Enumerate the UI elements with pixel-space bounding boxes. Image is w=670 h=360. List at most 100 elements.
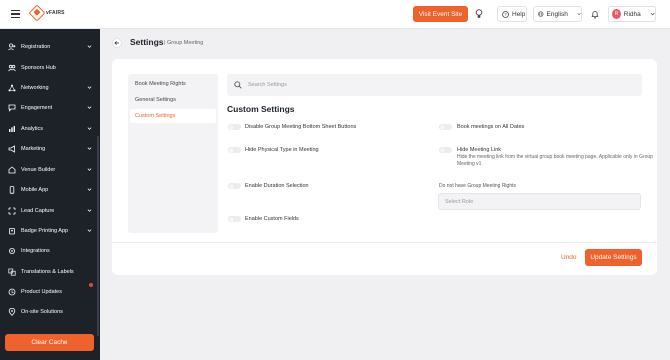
svg-text:?: ? xyxy=(504,12,507,17)
sidebar-item-label: Engagement xyxy=(21,105,53,111)
toggle-hide-physical-type[interactable] xyxy=(228,147,241,153)
chevron-down-icon xyxy=(87,187,92,192)
sidebar-item-label: Badge Printing App xyxy=(21,228,69,234)
visit-event-site-button[interactable]: Visit Event Site xyxy=(413,6,468,22)
sidebar-item-label: Product Updates xyxy=(21,289,62,295)
sidebar-item-networking[interactable]: Networking xyxy=(0,78,100,98)
help-button[interactable]: ? Help xyxy=(497,6,527,22)
sidebar-item-integrations[interactable]: Integrations xyxy=(0,241,100,261)
chevron-down-icon xyxy=(87,85,92,90)
no-rights-label: Do not have Group Meeting Rights xyxy=(439,183,516,189)
toggle-book-all-dates[interactable] xyxy=(439,124,452,130)
settings-nav-custom-settings[interactable]: Custom Settings xyxy=(130,109,216,123)
sidebar-item-label: Marketing xyxy=(21,146,46,152)
chevron-down-icon xyxy=(87,44,92,49)
toggle-enable-custom-fields[interactable] xyxy=(228,216,241,222)
clear-cache-button[interactable]: Clear Cache xyxy=(5,334,94,351)
option-label: Book meetings on All Dates xyxy=(457,124,525,130)
undo-button[interactable]: Undo xyxy=(561,254,577,261)
user-plus-icon xyxy=(8,43,16,51)
sidebar-item-label: Integrations xyxy=(21,248,50,254)
chevron-down-icon xyxy=(87,208,92,213)
select-role-dropdown[interactable]: Select Role xyxy=(438,193,641,210)
chevron-down-icon xyxy=(650,12,655,16)
user-name: Ridha xyxy=(623,10,641,18)
top-bar: vFAIRS Visit Event Site ? Help English R… xyxy=(0,0,670,29)
chevron-down-icon xyxy=(577,13,581,16)
help-circle-icon: ? xyxy=(502,10,509,18)
language-selector[interactable]: English xyxy=(533,6,582,22)
sidebar-item-label: Sponsors Hub xyxy=(21,65,56,71)
logo-icon xyxy=(28,4,46,22)
location-icon xyxy=(8,308,16,316)
app-logo[interactable]: vFAIRS xyxy=(28,4,65,22)
sidebar-item-engagement[interactable]: Engagement xyxy=(0,98,100,118)
sidebar-item-badge-printing-app[interactable]: Badge Printing App xyxy=(0,221,100,241)
chevron-down-icon xyxy=(87,146,92,151)
mobile-icon xyxy=(8,186,16,194)
sidebar-item-mobile-app[interactable]: Mobile App xyxy=(0,180,100,200)
integrations-icon xyxy=(8,247,16,255)
translate-icon xyxy=(8,268,16,276)
avatar: R xyxy=(612,9,621,19)
section-title: Custom Settings xyxy=(227,104,295,114)
sidebar-item-sponsors-hub[interactable]: Sponsors Hub xyxy=(0,58,100,78)
logo-text: vFAIRS xyxy=(46,10,65,16)
page-title: Settings xyxy=(130,37,164,47)
sidebar-item-marketing[interactable]: Marketing xyxy=(0,139,100,159)
sidebar-item-label: Registration xyxy=(21,44,51,50)
sidebar-item-lead-capture[interactable]: Lead Capture xyxy=(0,201,100,221)
chevron-down-icon xyxy=(87,228,92,233)
option-label: Hide Meeting Link xyxy=(457,147,502,153)
sidebar-item-product-updates[interactable]: Product Updates xyxy=(0,282,100,302)
divider xyxy=(112,242,657,243)
search-icon xyxy=(234,81,242,89)
toggle-hide-meeting-link[interactable] xyxy=(439,147,452,153)
hamburger-menu-icon[interactable] xyxy=(11,10,20,18)
user-menu[interactable]: R Ridha xyxy=(608,6,656,22)
product-updates-badge xyxy=(89,283,93,287)
option-label: Disable Group Meeting Bottom Sheet Butto… xyxy=(245,124,357,130)
search-input[interactable] xyxy=(248,82,628,88)
settings-nav: Book Meeting Rights General Settings Cus… xyxy=(128,74,218,233)
globe-icon xyxy=(538,11,544,17)
breadcrumb-current: Group Meeting xyxy=(166,40,204,46)
sidebar-item-label: Translations & Labels xyxy=(21,269,74,275)
settings-nav-book-meeting-rights[interactable]: Book Meeting Rights xyxy=(130,77,216,91)
toggle-disable-bottom-sheet[interactable] xyxy=(228,124,241,130)
sidebar-item-analytics[interactable]: Analytics xyxy=(0,119,100,139)
search-bar xyxy=(227,74,642,96)
sidebar-item-label: Analytics xyxy=(21,126,44,132)
option-label: Hide Physical Type in Meeting xyxy=(245,147,319,153)
sidebar-item-on-site-solutions[interactable]: On-site Solutions xyxy=(0,302,100,322)
sidebar-item-label: Networking xyxy=(21,85,49,91)
language-label: English xyxy=(546,10,568,18)
update-settings-button[interactable]: Update Settings xyxy=(585,249,642,266)
sidebar-item-venue-builder[interactable]: Venue Builder xyxy=(0,160,100,180)
option-label: Enable Custom Fields xyxy=(245,216,299,222)
lightbulb-icon[interactable] xyxy=(474,8,484,20)
chevron-down-icon xyxy=(87,105,92,110)
badge-icon xyxy=(8,227,16,235)
help-label: Help xyxy=(512,10,526,18)
toggle-enable-duration[interactable] xyxy=(228,183,241,189)
notification-bell-icon[interactable] xyxy=(590,8,600,20)
sidebar-item-label: Mobile App xyxy=(21,187,49,193)
sidebar-item-translations-and-labels[interactable]: Translations & Labels xyxy=(0,262,100,282)
chevron-down-icon xyxy=(87,126,92,131)
people-icon xyxy=(8,64,16,72)
sidebar: Registration Sponsors Hub Networking Engage… xyxy=(0,29,100,360)
arrow-left-icon xyxy=(114,41,119,45)
chevron-down-icon xyxy=(87,167,92,172)
network-icon xyxy=(8,84,16,92)
sidebar-item-registration[interactable]: Registration xyxy=(0,37,100,57)
settings-nav-general-settings[interactable]: General Settings xyxy=(130,93,216,107)
sidebar-item-label: Lead Capture xyxy=(21,208,55,214)
lead-icon xyxy=(8,207,16,215)
sidebar-item-label: On-site Solutions xyxy=(21,309,63,315)
engagement-icon xyxy=(8,104,16,112)
back-button[interactable] xyxy=(112,38,122,48)
updates-icon xyxy=(8,288,16,296)
builder-icon xyxy=(8,166,16,174)
option-description: Hide the meeting link from the virtual g… xyxy=(457,154,653,167)
